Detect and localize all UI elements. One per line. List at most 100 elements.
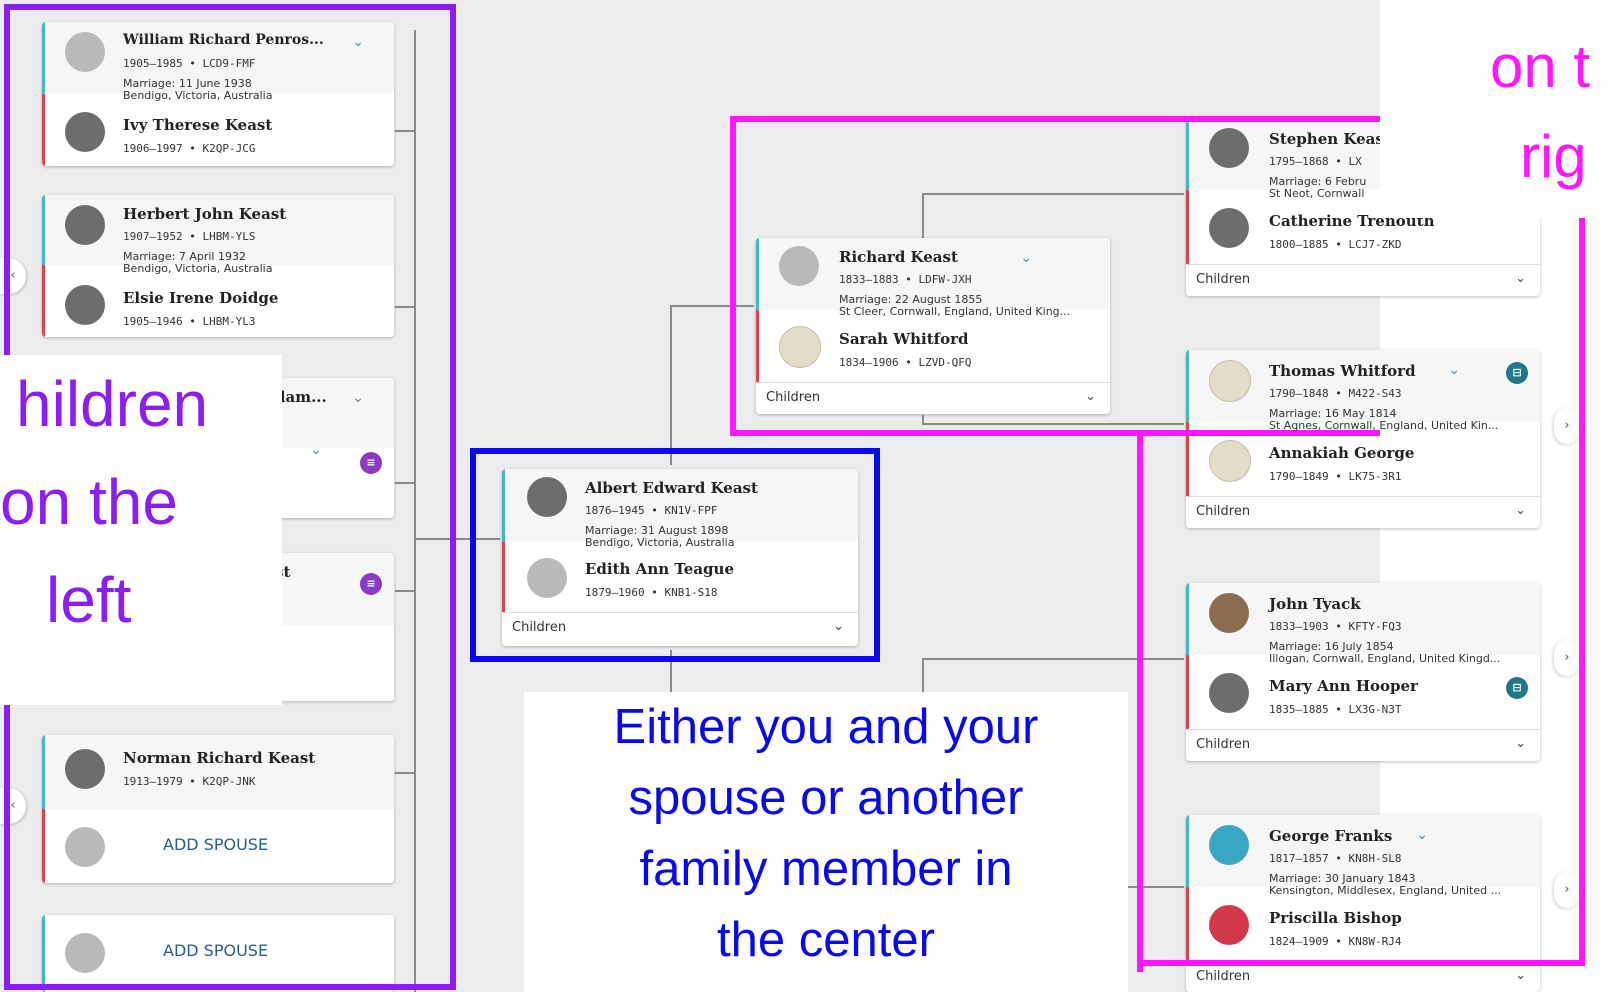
parent-couple-card[interactable]: Richard Keast 1833–1883 • LDFW-JXH ⌄ Mar… [756, 238, 1110, 414]
child-couple-card[interactable]: Norman Richard Keast 1913–1979 • K2QP-JN… [42, 735, 394, 883]
person-row[interactable]: Priscilla Bishop 1824–1909 • KN8W-RJ4 [1186, 887, 1540, 961]
children-label: Children [1196, 504, 1251, 519]
children-dropdown[interactable]: Children ⌄ [756, 382, 1110, 414]
record-hint-icon[interactable]: ⊟ [1506, 362, 1528, 384]
person-dates: 1834–1906 • LZVD-QFQ [839, 356, 972, 369]
record-hint-icon[interactable]: ⊟ [1506, 677, 1528, 699]
child-couple-card[interactable]: William Richard Penros... 1905–1985 • LC… [42, 22, 394, 166]
chevron-down-icon[interactable]: ⌄ [1515, 503, 1526, 518]
children-label: Children [1196, 737, 1251, 752]
person-row[interactable]: Herbert John Keast 1907–1952 • LHBM-YLS … [42, 195, 394, 275]
children-dropdown[interactable]: Children ⌄ [1186, 264, 1540, 296]
connector [670, 305, 754, 307]
chevron-down-icon[interactable]: ⌄ [1448, 362, 1460, 378]
connector [395, 306, 415, 308]
child-couple-card[interactable]: ADD SPOUSE [42, 915, 394, 992]
person-name[interactable]: Albert Edward Keast [585, 479, 758, 497]
person-photo [1209, 593, 1249, 633]
person-name[interactable]: dam... [275, 388, 327, 406]
chevron-down-icon[interactable]: ⌄ [310, 442, 322, 458]
person-row[interactable]: Annakiah George 1790–1849 • LK75-3R1 [1186, 422, 1540, 496]
children-dropdown[interactable]: Children ⌄ [1186, 961, 1540, 992]
person-photo [65, 112, 105, 152]
chevron-down-icon[interactable]: ⌄ [1515, 271, 1526, 286]
person-name[interactable]: Ivy Therese Keast [123, 116, 272, 134]
person-row[interactable]: George Franks 1817–1857 • KN8H-SL8 ⌄ Mar… [1186, 815, 1540, 897]
chevron-down-icon[interactable]: ⌄ [1416, 827, 1428, 843]
child-couple-card[interactable]: Herbert John Keast 1907–1952 • LHBM-YLS … [42, 195, 394, 337]
person-photo [65, 205, 105, 245]
person-dates: 1833–1883 • LDFW-JXH [839, 273, 972, 286]
person-row[interactable]: John Tyack 1833–1903 • KFTY-FQ3 Marriage… [1186, 583, 1540, 665]
person-dates: 1879–1960 • KNB1-S18 [585, 586, 718, 599]
marriage-info: Marriage: 11 June 1938 Bendigo, Victoria… [123, 77, 273, 102]
person-name[interactable]: Sarah Whitford [839, 330, 969, 348]
person-photo [527, 477, 567, 517]
add-spouse-link[interactable]: ADD SPOUSE [163, 835, 268, 854]
children-dropdown[interactable]: Children ⌄ [1186, 729, 1540, 761]
person-photo [779, 246, 819, 286]
person-name[interactable]: Thomas Whitford [1269, 362, 1416, 380]
person-dates: 1905–1946 • LHBM-YL3 [123, 315, 256, 328]
person-name[interactable]: John Tyack [1269, 595, 1361, 613]
person-dates: 1824–1909 • KN8W-RJ4 [1269, 935, 1402, 948]
person-dates: 1906–1997 • K2QP-JCG [123, 142, 256, 155]
expand-right-button[interactable]: › [1554, 408, 1580, 444]
person-name[interactable]: William Richard Penros... [123, 32, 324, 48]
record-image-thumbnail [1209, 360, 1251, 402]
person-name[interactable]: Elsie Irene Doidge [123, 289, 278, 307]
grandparent-couple-card[interactable]: Thomas Whitford 1790–1848 • M422-S43 ⌄ ⊟… [1186, 350, 1540, 528]
chevron-down-icon[interactable]: ⌄ [352, 390, 364, 406]
chevron-down-icon[interactable]: ⌄ [1515, 968, 1526, 983]
person-row[interactable]: Ivy Therese Keast 1906–1997 • K2QP-JCG [42, 94, 394, 166]
grandparent-couple-card[interactable]: George Franks 1817–1857 • KN8H-SL8 ⌄ Mar… [1186, 815, 1540, 992]
person-row[interactable]: Sarah Whitford 1834–1906 • LZVD-QFQ [756, 310, 1110, 382]
chevron-down-icon[interactable]: ⌄ [1085, 389, 1096, 404]
person-name[interactable]: Priscilla Bishop [1269, 909, 1402, 927]
children-dropdown[interactable]: Children ⌄ [502, 612, 858, 644]
person-row[interactable]: Mary Ann Hooper 1835–1885 • LX3G-N3T ⊟ [1186, 655, 1540, 729]
person-row[interactable]: Albert Edward Keast 1876–1945 • KN1V-FPF… [502, 469, 858, 549]
person-row[interactable]: ADD SPOUSE [42, 915, 394, 992]
person-name[interactable]: Herbert John Keast [123, 205, 286, 223]
expand-right-button[interactable]: › [1554, 872, 1580, 908]
person-name[interactable]: Mary Ann Hooper [1269, 677, 1418, 695]
expand-left-button[interactable]: ‹ [0, 258, 26, 294]
person-name[interactable]: George Franks [1269, 827, 1392, 845]
expand-right-button[interactable]: › [1554, 640, 1580, 676]
connector [922, 193, 1184, 195]
chevron-down-icon[interactable]: ⌄ [833, 619, 844, 634]
person-name[interactable]: Richard Keast [839, 248, 958, 266]
person-photo [65, 285, 105, 325]
chevron-down-icon[interactable]: ⌄ [1020, 250, 1032, 266]
person-row[interactable]: Edith Ann Teague 1879–1960 • KNB1-S18 [502, 542, 858, 612]
person-row[interactable]: Elsie Irene Doidge 1905–1946 • LHBM-YL3 [42, 265, 394, 337]
marriage-info: Marriage: 16 July 1854 Illogan, Cornwall… [1269, 640, 1501, 665]
chevron-down-icon[interactable]: ⌄ [1515, 736, 1526, 751]
connector [416, 538, 500, 540]
record-hint-icon[interactable]: ≡ [360, 573, 382, 595]
person-row[interactable]: Norman Richard Keast 1913–1979 • K2QP-JN… [42, 735, 394, 809]
chevron-down-icon[interactable]: ⌄ [352, 34, 364, 50]
connector [395, 130, 415, 132]
children-label: Children [512, 620, 567, 635]
person-row[interactable]: Richard Keast 1833–1883 • LDFW-JXH ⌄ Mar… [756, 238, 1110, 318]
grandparent-couple-card[interactable]: John Tyack 1833–1903 • KFTY-FQ3 Marriage… [1186, 583, 1540, 761]
person-dates: 1790–1848 • M422-S43 [1269, 387, 1402, 400]
person-name[interactable]: Edith Ann Teague [585, 560, 734, 578]
person-row[interactable]: William Richard Penros... 1905–1985 • LC… [42, 22, 394, 102]
focus-couple-card[interactable]: Albert Edward Keast 1876–1945 • KN1V-FPF… [502, 469, 858, 646]
children-dropdown[interactable]: Children ⌄ [1186, 496, 1540, 528]
add-spouse-link[interactable]: ADD SPOUSE [163, 941, 268, 960]
person-name[interactable]: Norman Richard Keast [123, 749, 315, 767]
person-placeholder-icon [1209, 825, 1249, 865]
person-row[interactable]: Thomas Whitford 1790–1848 • M422-S43 ⌄ ⊟… [1186, 350, 1540, 432]
person-name[interactable]: Annakiah George [1269, 444, 1414, 462]
connector [922, 658, 1184, 660]
person-row[interactable]: ADD SPOUSE [42, 809, 394, 883]
person-name[interactable]: Stephen Keas [1269, 130, 1384, 148]
connector [670, 305, 672, 465]
expand-left-button[interactable]: ‹ [0, 788, 26, 824]
record-hint-icon[interactable]: ≡ [360, 452, 382, 474]
person-dates: 1876–1945 • KN1V-FPF [585, 504, 718, 517]
